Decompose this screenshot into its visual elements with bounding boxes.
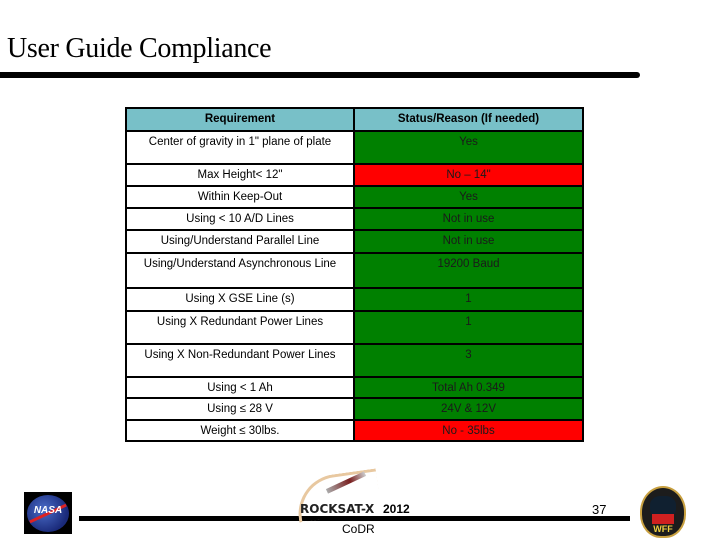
requirement-cell: Using < 1 Ah (125, 376, 355, 399)
requirement-cell: Center of gravity in 1" plane of plate (125, 130, 355, 165)
requirement-cell: Using X Redundant Power Lines (125, 310, 355, 345)
status-cell: No – 14" (353, 163, 584, 187)
status-cell: No - 35lbs (353, 419, 584, 442)
requirement-cell: Using ≤ 28 V (125, 397, 355, 421)
nasa-logo-text: NASA (33, 505, 63, 516)
status-cell: Not in use (353, 207, 584, 231)
requirement-cell: Using < 10 A/D Lines (125, 207, 355, 231)
footer-event: CoDR (342, 522, 375, 536)
compliance-table: Requirement Status/Reason (If needed) Ce… (125, 107, 584, 442)
slide-title: User Guide Compliance (7, 33, 272, 64)
wff-logo: WFF (640, 486, 686, 538)
wff-logo-text: WFF (653, 524, 673, 534)
requirement-cell: Weight ≤ 30lbs. (125, 419, 355, 442)
table-row: Using/Understand Parallel Line Not in use (125, 229, 584, 254)
page-number: 37 (592, 502, 607, 517)
table-row: Using X Redundant Power Lines 1 (125, 310, 584, 345)
status-cell: 24V & 12V (353, 397, 584, 421)
table-header-row: Requirement Status/Reason (If needed) (125, 107, 584, 132)
status-cell: Yes (353, 185, 584, 209)
status-cell: 1 (353, 310, 584, 345)
requirement-cell: Max Height< 12" (125, 163, 355, 187)
header-requirement: Requirement (125, 107, 355, 132)
status-cell: 3 (353, 343, 584, 378)
status-cell: Not in use (353, 229, 584, 254)
wff-crown-icon (652, 514, 674, 524)
table-row: Max Height< 12" No – 14" (125, 163, 584, 187)
nasa-logo: NASA (24, 492, 72, 534)
title-divider (0, 72, 640, 78)
table-row: Using X Non-Redundant Power Lines 3 (125, 343, 584, 378)
table-row: Using/Understand Asynchronous Line 19200 … (125, 252, 584, 289)
requirement-cell: Using X Non-Redundant Power Lines (125, 343, 355, 378)
header-status: Status/Reason (If needed) (353, 107, 584, 132)
requirement-cell: Using/Understand Asynchronous Line (125, 252, 355, 289)
table-row: Center of gravity in 1" plane of plate Ye… (125, 130, 584, 165)
status-cell: 1 (353, 287, 584, 312)
table-row: Weight ≤ 30lbs. No - 35lbs (125, 419, 584, 442)
status-cell: Total Ah 0.349 (353, 376, 584, 399)
footer-year: 2012 (383, 502, 410, 516)
footer-divider (79, 516, 630, 521)
status-cell: 19200 Baud (353, 252, 584, 289)
table-row: Using < 1 Ah Total Ah 0.349 (125, 376, 584, 399)
table-row: Using < 10 A/D Lines Not in use (125, 207, 584, 231)
requirement-cell: Using X GSE Line (s) (125, 287, 355, 312)
requirement-cell: Using/Understand Parallel Line (125, 229, 355, 254)
requirement-cell: Within Keep-Out (125, 185, 355, 209)
table-row: Using ≤ 28 V 24V & 12V (125, 397, 584, 421)
status-cell: Yes (353, 130, 584, 165)
rocksat-logo: ROCKSAT-X (300, 502, 375, 516)
table-row: Using X GSE Line (s) 1 (125, 287, 584, 312)
table-row: Within Keep-Out Yes (125, 185, 584, 209)
